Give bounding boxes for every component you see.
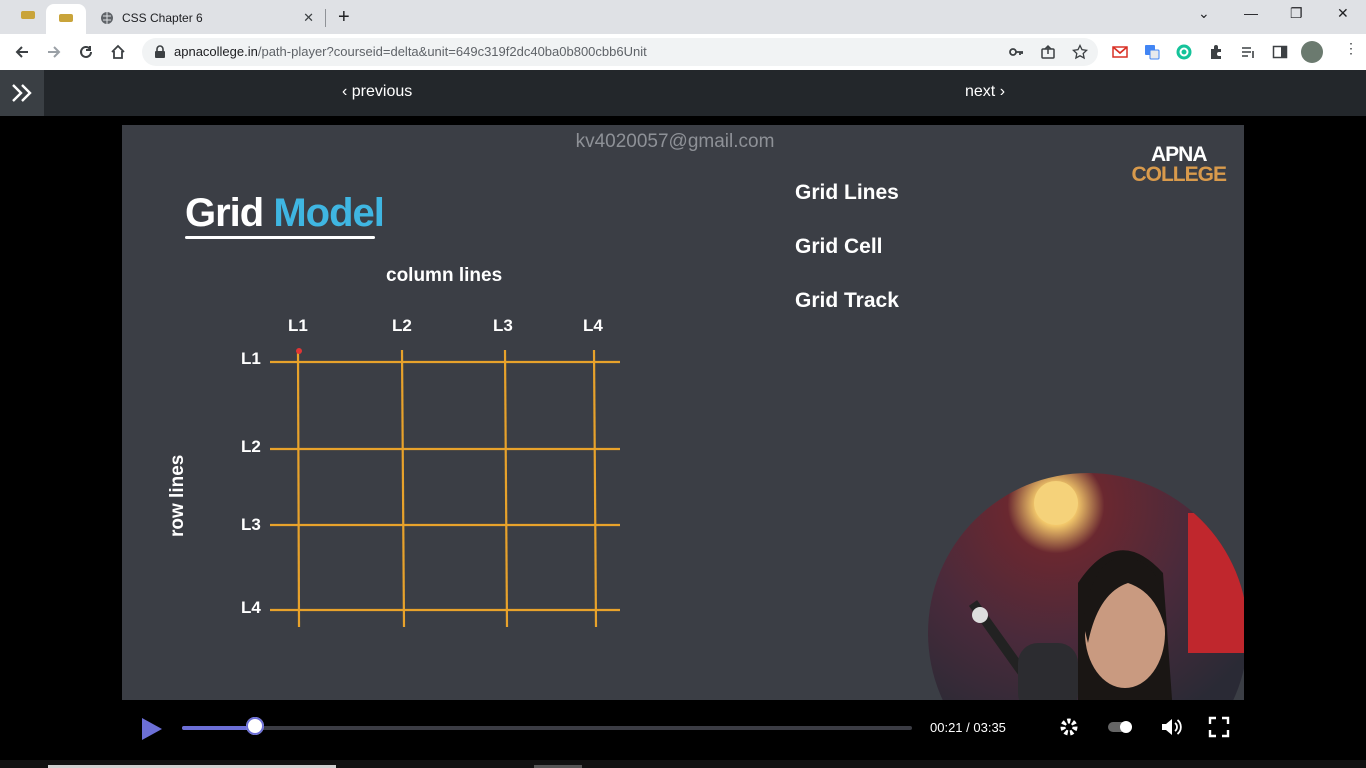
browser-menu-kebab-icon[interactable]: ⋮: [1344, 41, 1358, 60]
fullscreen-icon[interactable]: [1208, 716, 1230, 738]
time-display: 00:21 / 03:35: [930, 720, 1006, 735]
bottom-progress-strip: [0, 760, 1366, 768]
pinned-tab-apna-college[interactable]: [19, 8, 37, 22]
seek-bar[interactable]: [182, 726, 912, 730]
topic-grid-track: Grid Track: [795, 289, 899, 312]
previous-link[interactable]: ‹ previous: [342, 83, 412, 101]
minimize-window-icon[interactable]: —: [1244, 5, 1258, 21]
key-icon[interactable]: [1008, 44, 1024, 60]
course-navigation-bar: ‹ previous next ›: [0, 70, 1366, 116]
tab-title: CSS Chapter 6: [122, 11, 203, 25]
gmail-icon[interactable]: [1112, 44, 1128, 60]
topic-grid-lines: Grid Lines: [795, 181, 899, 204]
globe-icon: [101, 12, 113, 24]
seek-bar-handle[interactable]: [246, 717, 264, 735]
pinned-tab-apna-college-active[interactable]: [46, 4, 86, 34]
seek-bar-progress: [182, 726, 255, 730]
double-chevron-right-icon: [12, 84, 32, 102]
forward-arrow-icon[interactable]: [44, 42, 64, 62]
column-line-4: [592, 349, 598, 628]
grammarly-icon[interactable]: [1176, 44, 1192, 60]
play-icon[interactable]: [140, 716, 164, 742]
settings-gear-icon[interactable]: [1058, 716, 1080, 738]
pointer-cursor-dot: [296, 348, 302, 354]
tab-search-chevron-icon[interactable]: ⌄: [1198, 5, 1210, 22]
url-text: apnacollege.in/path-player?courseid=delt…: [174, 44, 647, 59]
google-translate-icon[interactable]: [1144, 44, 1160, 60]
restore-window-icon[interactable]: ❐: [1290, 5, 1303, 22]
volume-icon[interactable]: [1160, 716, 1182, 738]
next-link[interactable]: next ›: [965, 83, 1005, 101]
profile-avatar[interactable]: [1301, 41, 1323, 63]
reload-icon[interactable]: [76, 42, 96, 62]
url-host: apnacollege.in: [174, 44, 258, 59]
browser-tabstrip: CSS Chapter 6 ✕ + ⌄ — ❐ ✕: [0, 0, 1366, 34]
lock-icon: [155, 45, 165, 58]
browser-toolbar: apnacollege.in/path-player?courseid=delt…: [0, 34, 1366, 71]
extensions-puzzle-icon[interactable]: [1208, 44, 1224, 60]
sidebar-toggle-button[interactable]: [0, 70, 44, 116]
video-controls: 00:21 / 03:35: [0, 700, 1366, 760]
apna-college-favicon-icon: [21, 11, 35, 19]
share-icon[interactable]: [1040, 44, 1056, 60]
side-panel-icon[interactable]: [1272, 44, 1288, 60]
column-line-1: [296, 349, 301, 628]
tab-separator: [325, 9, 326, 27]
bookmark-star-icon[interactable]: [1072, 44, 1088, 60]
home-icon[interactable]: [108, 42, 128, 62]
reading-list-icon[interactable]: [1240, 44, 1256, 60]
new-tab-button[interactable]: +: [338, 6, 350, 29]
video-frame[interactable]: kv4020057@gmail.com APNA COLLEGE Grid Mo…: [122, 125, 1244, 700]
browser-tab[interactable]: CSS Chapter 6 ✕: [88, 4, 324, 32]
topic-grid-cell: Grid Cell: [795, 235, 883, 258]
address-bar[interactable]: apnacollege.in/path-player?courseid=delt…: [142, 38, 1098, 66]
url-path: /path-player?courseid=delta&unit=649c319…: [257, 44, 647, 59]
back-arrow-icon[interactable]: [12, 42, 32, 62]
apna-college-favicon-icon: [59, 14, 73, 22]
autoplay-toggle-icon[interactable]: [1106, 716, 1134, 738]
column-line-2: [400, 349, 406, 628]
column-line-3: [503, 349, 509, 628]
tab-close-icon[interactable]: ✕: [303, 10, 314, 26]
close-window-icon[interactable]: ✕: [1337, 5, 1349, 22]
